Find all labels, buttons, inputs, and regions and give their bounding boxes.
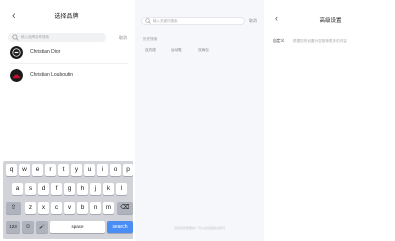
brand-select-screen: ‹ 选择品牌 输入品牌名称搜索 取消 Christian Dior Christ… bbox=[0, 0, 133, 241]
key-p[interactable]: p bbox=[123, 164, 133, 176]
key-y[interactable]: y bbox=[71, 164, 82, 176]
space-key[interactable]: space bbox=[50, 221, 105, 233]
cancel-button[interactable]: 取消 bbox=[119, 34, 127, 41]
settings-row-description: 根据您的设置为您推荐更多的内容 bbox=[293, 39, 347, 43]
navigation-bar: ‹ 选择品牌 bbox=[0, 0, 133, 32]
key-n[interactable]: n bbox=[90, 202, 101, 214]
history-chip[interactable]: 双肩包 bbox=[198, 48, 209, 53]
key-o[interactable]: o bbox=[110, 164, 121, 176]
key-i[interactable]: i bbox=[97, 164, 108, 176]
search-icon bbox=[12, 34, 19, 41]
key-z[interactable]: z bbox=[25, 202, 36, 214]
dior-logo-icon bbox=[10, 46, 23, 59]
settings-row-label: 自定义 bbox=[273, 39, 285, 43]
key-c[interactable]: c bbox=[51, 202, 62, 214]
key-j[interactable]: j bbox=[90, 183, 101, 195]
key-k[interactable]: k bbox=[103, 183, 114, 195]
emoji-key[interactable]: ☺ bbox=[22, 221, 34, 233]
footer-tip: 没有找到想要的？可以试试其他关键词 bbox=[173, 226, 225, 230]
delete-key[interactable]: ⌫ bbox=[117, 202, 133, 214]
key-h[interactable]: h bbox=[77, 183, 88, 195]
key-q[interactable]: q bbox=[6, 164, 17, 176]
search-placeholder: 输入关键词搜索 bbox=[153, 19, 178, 23]
key-d[interactable]: d bbox=[38, 183, 49, 195]
keyword-search-input[interactable]: 输入关键词搜索 bbox=[141, 17, 245, 25]
brand-name: Christian Dior bbox=[30, 49, 61, 55]
brand-item-louboutin[interactable]: Christian Louboutin bbox=[10, 68, 130, 84]
shift-key[interactable]: ⇧ bbox=[6, 202, 21, 214]
key-l[interactable]: l bbox=[116, 183, 127, 195]
history-chip[interactable]: 运动鞋 bbox=[171, 48, 182, 53]
search-screen: 输入关键词搜索 取消 历史搜索 连衣裙 运动鞋 双肩包 没有找到想要的？可以试试… bbox=[135, 0, 264, 241]
key-v[interactable]: v bbox=[64, 202, 75, 214]
search-icon bbox=[145, 18, 151, 24]
search-placeholder: 输入品牌名称搜索 bbox=[21, 35, 49, 39]
louboutin-logo-icon bbox=[10, 69, 23, 82]
page-title: 高级设置 bbox=[319, 18, 342, 24]
key-f[interactable]: f bbox=[51, 183, 62, 195]
key-r[interactable]: r bbox=[45, 164, 56, 176]
key-m[interactable]: m bbox=[103, 202, 114, 214]
key-x[interactable]: x bbox=[38, 202, 49, 214]
advanced-settings-screen: ‹ 高级设置 自定义 根据您的设置为您推荐更多的内容 bbox=[266, 0, 395, 241]
key-g[interactable]: g bbox=[64, 183, 75, 195]
key-s[interactable]: s bbox=[25, 183, 36, 195]
history-title: 历史搜索 bbox=[143, 37, 158, 41]
key-u[interactable]: u bbox=[84, 164, 95, 176]
search-key[interactable]: search bbox=[107, 221, 133, 233]
page-title: 选择品牌 bbox=[54, 14, 79, 20]
brand-name: Christian Louboutin bbox=[30, 72, 74, 78]
key-e[interactable]: e bbox=[32, 164, 43, 176]
brand-item-dior[interactable]: Christian Dior bbox=[10, 45, 130, 61]
brand-search-row: 输入品牌名称搜索 取消 bbox=[8, 33, 128, 42]
history-chip[interactable]: 连衣裙 bbox=[145, 48, 156, 53]
cancel-button[interactable]: 取消 bbox=[249, 18, 257, 24]
key-t[interactable]: t bbox=[58, 164, 69, 176]
key-b[interactable]: b bbox=[77, 202, 88, 214]
divider bbox=[10, 63, 128, 64]
key-w[interactable]: w bbox=[19, 164, 30, 176]
onscreen-keyboard: q w e r t y u i o p a s d f g h j k l ⇧ … bbox=[3, 161, 133, 239]
numbers-key[interactable]: 123 bbox=[6, 221, 20, 233]
brand-search-input[interactable]: 输入品牌名称搜索 bbox=[8, 33, 106, 42]
microphone-key[interactable]: 🎤 bbox=[36, 221, 48, 233]
key-a[interactable]: a bbox=[12, 183, 23, 195]
